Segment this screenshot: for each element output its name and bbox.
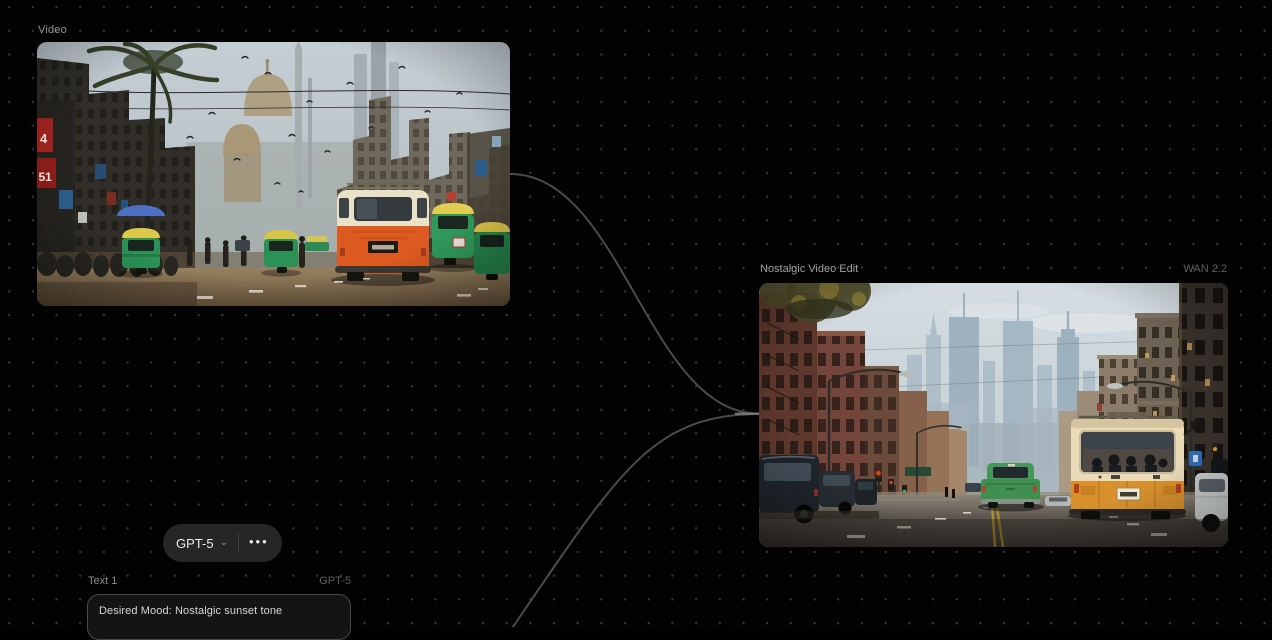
ellipsis-icon: •••	[248, 533, 269, 549]
model-selector-button[interactable]: GPT-5 ⌄	[176, 536, 228, 551]
connector-text-to-edit	[511, 413, 760, 627]
chevron-down-icon: ⌄	[219, 536, 228, 548]
edit-node-header: Nostalgic Video Edit WAN 2.2	[760, 263, 1227, 275]
toolbar-divider	[237, 534, 239, 552]
node-canvas[interactable]: Video Nostalgic Video Edit WAN 2.2 GPT-5…	[0, 0, 1272, 640]
video-node-thumbnail[interactable]: 4 51	[37, 42, 510, 306]
nyc-street-image	[759, 283, 1228, 547]
edit-node-thumbnail[interactable]	[759, 283, 1228, 547]
text-node-header: Text 1 GPT-5	[88, 575, 351, 587]
edit-node-model-badge: WAN 2.2	[1183, 263, 1227, 275]
prompt-text[interactable]: Desired Mood: Nostalgic sunset tone	[99, 605, 339, 617]
text-node-label: Text 1	[88, 575, 118, 587]
text-node-model-badge: GPT-5	[319, 575, 351, 587]
text-prompt-node[interactable]: Desired Mood: Nostalgic sunset tone	[87, 594, 351, 640]
india-street-image: 4 51	[37, 42, 510, 306]
video-node-label: Video	[38, 24, 67, 36]
connector-video-to-edit	[509, 173, 760, 415]
edit-node-title: Nostalgic Video Edit	[760, 263, 859, 275]
model-selector-label: GPT-5	[176, 535, 214, 551]
more-options-button[interactable]: •••	[249, 535, 269, 548]
model-toolbar: GPT-5 ⌄ •••	[163, 524, 282, 562]
